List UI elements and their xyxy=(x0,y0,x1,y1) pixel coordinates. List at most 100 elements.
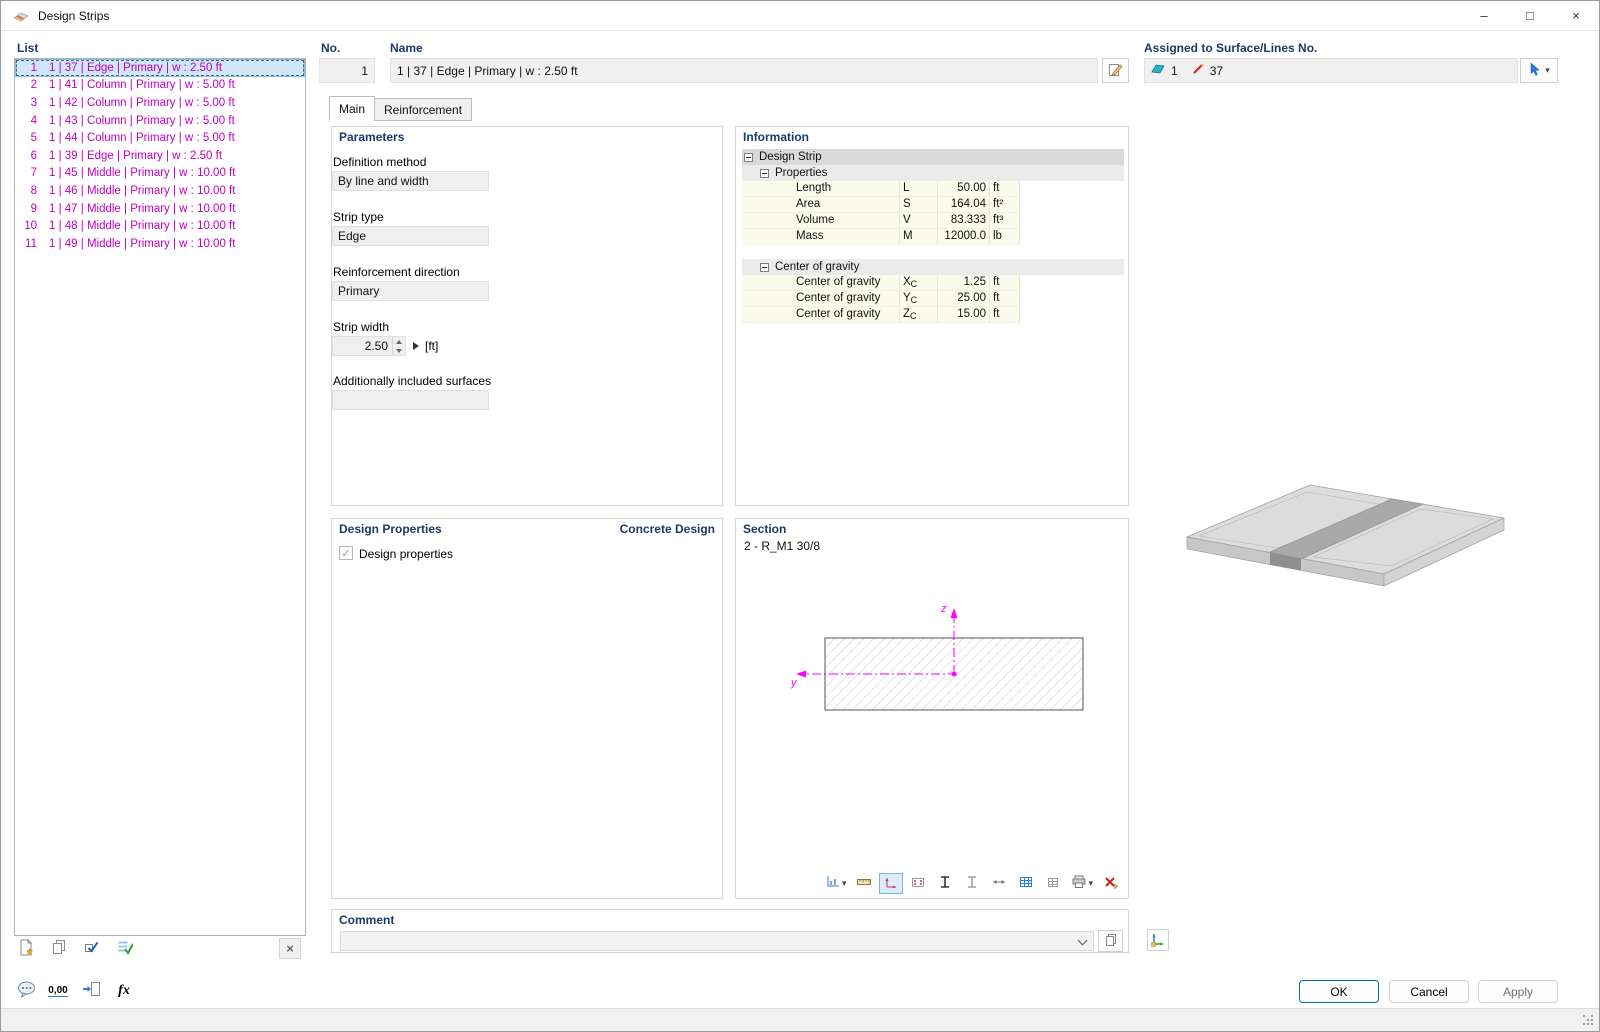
list-item[interactable]: 51 | 44 | Column | Primary | w : 5.00 ft xyxy=(15,129,305,147)
select-objects-button[interactable]: ▾ xyxy=(1520,58,1558,83)
additional-surfaces-field[interactable] xyxy=(332,390,489,410)
list-item-number: 2 xyxy=(15,79,41,91)
axes-icon xyxy=(883,875,899,892)
cancel-button[interactable]: Cancel xyxy=(1389,980,1469,1003)
assigned-field[interactable]: 1 37 xyxy=(1144,58,1518,83)
dropdown-icon: ▾ xyxy=(842,878,847,889)
select-strip-button[interactable] xyxy=(81,938,103,959)
info-group-label: Properties xyxy=(775,166,827,181)
section-outline-light-button[interactable] xyxy=(960,873,984,894)
section-outline-button[interactable] xyxy=(933,873,957,894)
strip-type-field[interactable]: Edge xyxy=(332,226,489,246)
definition-method-label: Definition method xyxy=(333,155,426,169)
info-row: Volume V 83.333 ft³ xyxy=(742,213,1124,229)
design-strips-list[interactable]: 11 | 37 | Edge | Primary | w : 2.50 ft 2… xyxy=(14,58,306,936)
spin-down-button[interactable] xyxy=(393,346,405,355)
list-item-label: 1 | 45 | Middle | Primary | w : 10.00 ft xyxy=(41,167,235,179)
name-value: 1 | 37 | Edge | Primary | w : 2.50 ft xyxy=(397,64,578,78)
info-row-label: Length xyxy=(742,181,900,197)
expand-width-options-button[interactable] xyxy=(413,342,419,350)
list-item-number: 3 xyxy=(15,97,41,109)
ruler-icon xyxy=(856,875,872,892)
dimension-values-button[interactable] xyxy=(987,873,1011,894)
comment-input[interactable] xyxy=(340,931,1094,951)
dimension-lines-button[interactable] xyxy=(852,873,876,894)
principal-axes-button[interactable] xyxy=(879,873,903,894)
reinforcement-direction-field[interactable]: Primary xyxy=(332,281,489,301)
list-item[interactable]: 71 | 45 | Middle | Primary | w : 10.00 f… xyxy=(15,165,305,183)
select-all-button[interactable] xyxy=(114,938,136,959)
name-label: Name xyxy=(390,41,423,55)
tab-main[interactable]: Main xyxy=(329,96,375,121)
new-strip-button[interactable] xyxy=(15,938,37,959)
design-properties-title: Design Properties xyxy=(339,522,442,536)
comment-panel: Comment xyxy=(331,909,1129,953)
list-item[interactable]: 21 | 41 | Column | Primary | w : 5.00 ft xyxy=(15,77,305,95)
apply-button[interactable]: Apply xyxy=(1478,980,1558,1003)
model-view[interactable] xyxy=(1141,126,1557,952)
stress-points-button[interactable] xyxy=(906,873,930,894)
copy-strip-button[interactable] xyxy=(48,938,70,959)
minimize-button[interactable]: – xyxy=(1461,1,1507,30)
list-item-number: 4 xyxy=(15,115,41,127)
resize-grip[interactable] xyxy=(1583,1015,1585,1017)
spin-up-icon xyxy=(396,340,402,344)
list-item[interactable]: 11 | 37 | Edge | Primary | w : 2.50 ft xyxy=(15,59,305,77)
dropdown-icon: ▾ xyxy=(1088,878,1093,889)
design-properties-checkbox[interactable]: ✓ xyxy=(339,546,353,560)
rename-button[interactable] xyxy=(1102,58,1129,83)
tab-reinforcement-label: Reinforcement xyxy=(384,103,462,117)
list-item[interactable]: 41 | 43 | Column | Primary | w : 5.00 ft xyxy=(15,112,305,130)
copy-comment-button[interactable] xyxy=(1098,930,1123,952)
info-root-row[interactable]: Design Strip xyxy=(742,149,1124,165)
new-item-icon xyxy=(18,939,35,959)
info-group-row[interactable]: Properties xyxy=(742,165,1124,181)
close-button[interactable]: × xyxy=(1553,1,1599,30)
list-item[interactable]: 61 | 39 | Edge | Primary | w : 2.50 ft xyxy=(15,147,305,165)
apply-defaults-button[interactable] xyxy=(78,979,104,1003)
display-mode-button[interactable]: ▾ xyxy=(822,873,850,894)
list-item[interactable]: 81 | 46 | Middle | Primary | w : 10.00 f… xyxy=(15,182,305,200)
coordinate-system-button[interactable] xyxy=(1147,929,1169,951)
list-item-label: 1 | 39 | Edge | Primary | w : 2.50 ft xyxy=(41,150,222,162)
print-button[interactable]: ▾ xyxy=(1068,873,1096,894)
check-list-icon xyxy=(117,939,133,958)
definition-method-field[interactable]: By line and width xyxy=(332,171,489,191)
collapse-icon[interactable] xyxy=(760,169,769,178)
list-item[interactable]: 91 | 47 | Middle | Primary | w : 10.00 f… xyxy=(15,200,305,218)
list-item-number: 8 xyxy=(15,185,41,197)
ok-button[interactable]: OK xyxy=(1299,980,1379,1003)
info-row-label: Center of gravity xyxy=(742,307,900,323)
tab-main-label: Main xyxy=(339,102,365,116)
list-item-number: 6 xyxy=(15,150,41,162)
maximize-button[interactable]: □ xyxy=(1507,1,1553,30)
strip-width-field[interactable]: 2.50 xyxy=(332,336,406,356)
name-field[interactable]: 1 | 37 | Edge | Primary | w : 2.50 ft xyxy=(390,58,1098,83)
formula-button[interactable]: fx xyxy=(111,979,137,1003)
small-grid-icon xyxy=(1045,875,1061,892)
list-item[interactable]: 31 | 42 | Column | Primary | w : 5.00 ft xyxy=(15,94,305,112)
info-row-value: 12000.0 xyxy=(938,229,990,245)
info-group-row[interactable]: Center of gravity xyxy=(742,259,1124,275)
delete-strip-button[interactable]: × xyxy=(279,938,301,959)
spin-down-icon xyxy=(396,349,402,353)
spin-up-button[interactable] xyxy=(393,337,405,346)
reset-section-button[interactable] xyxy=(1099,873,1123,894)
comment-bubble-button[interactable] xyxy=(13,979,39,1003)
collapse-icon[interactable] xyxy=(744,153,753,162)
info-row-symbol: S xyxy=(903,198,911,210)
list-item[interactable]: 101 | 48 | Middle | Primary | w : 10.00 … xyxy=(15,217,305,235)
no-field: 1 xyxy=(319,58,375,83)
list-item-label: 1 | 49 | Middle | Primary | w : 10.00 ft xyxy=(41,238,235,250)
units-label: 0,00 xyxy=(48,985,67,997)
units-button[interactable]: 0,00 xyxy=(45,979,71,1003)
info-row-symbol: L xyxy=(903,182,909,194)
grid-table-button[interactable] xyxy=(1014,873,1038,894)
tab-reinforcement[interactable]: Reinforcement xyxy=(374,98,472,121)
info-row: Length L 50.00 ft xyxy=(742,181,1124,197)
list-item-number: 11 xyxy=(15,238,41,250)
collapse-icon[interactable] xyxy=(760,263,769,272)
window-title: Design Strips xyxy=(38,9,109,23)
values-table-button[interactable] xyxy=(1041,873,1065,894)
list-item[interactable]: 111 | 49 | Middle | Primary | w : 10.00 … xyxy=(15,235,305,253)
